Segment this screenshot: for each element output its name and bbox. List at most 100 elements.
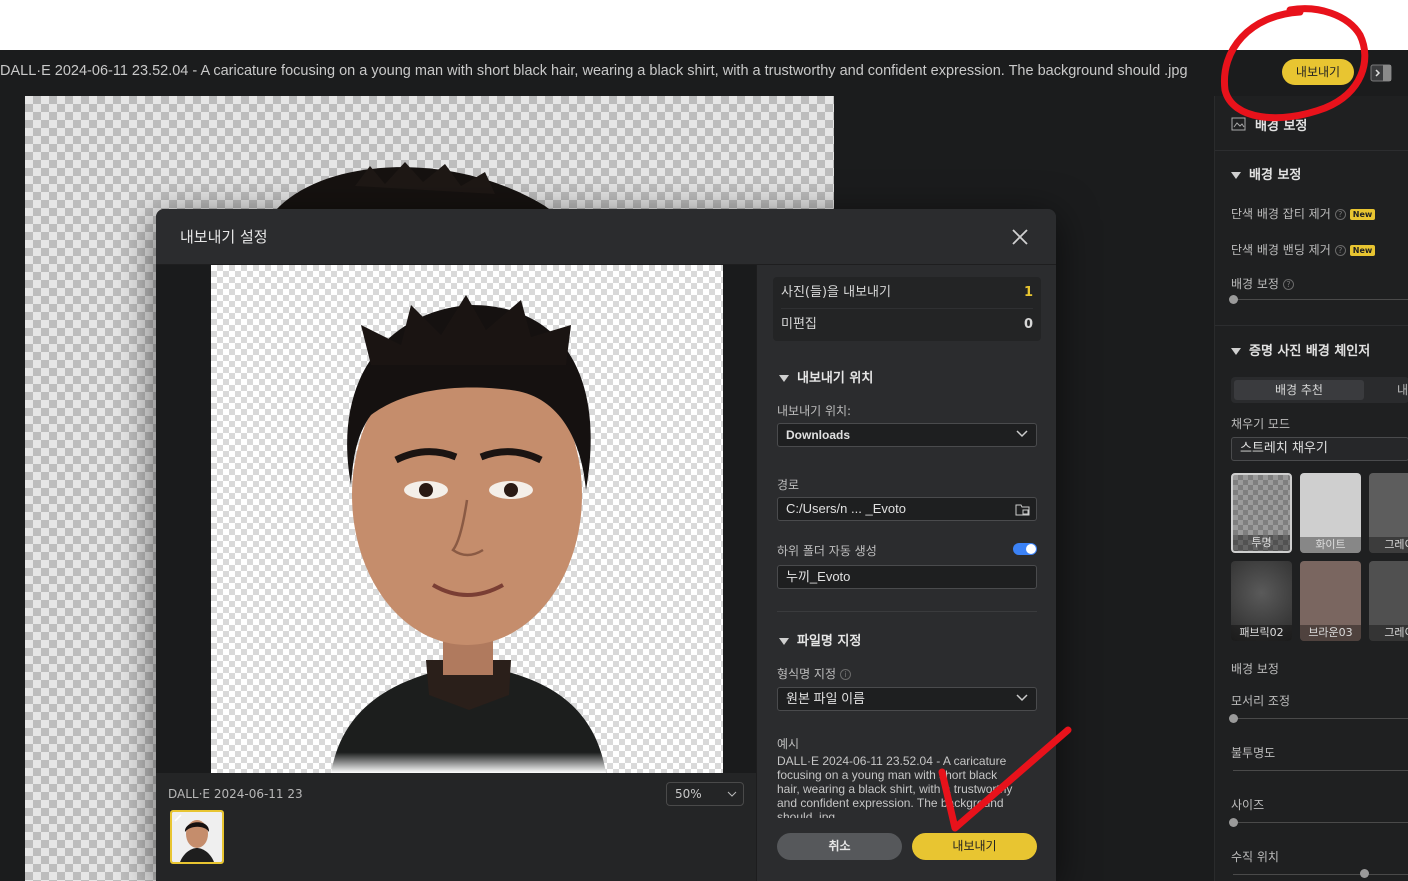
chevron-down-icon bbox=[1016, 694, 1028, 702]
item-label: 단색 배경 잡티 제거 bbox=[1231, 207, 1331, 221]
bg-correct-slider-handle[interactable] bbox=[1229, 295, 1238, 304]
item-label: 배경 보정 bbox=[1231, 277, 1279, 291]
tab-partial[interactable]: 내 bbox=[1397, 380, 1408, 400]
path-value: C:/Users/n ... _Evoto bbox=[786, 501, 906, 516]
vertical-slider-handle[interactable] bbox=[1360, 869, 1369, 878]
chevron-down-icon bbox=[1016, 430, 1028, 438]
help-icon[interactable]: ? bbox=[1282, 279, 1294, 290]
location-section-header[interactable]: 내보내기 위치 bbox=[779, 367, 873, 386]
opacity-slider[interactable] bbox=[1233, 770, 1408, 771]
info-icon[interactable]: i bbox=[840, 669, 852, 680]
noise-removal-item[interactable]: 단색 배경 잡티 제거? New bbox=[1231, 205, 1376, 222]
section-title: 내보내기 위치 bbox=[797, 371, 874, 386]
subfolder-toggle[interactable] bbox=[1013, 543, 1037, 555]
thumb-label: 그레이 bbox=[1369, 537, 1408, 553]
filename-section-header[interactable]: 파일명 지정 bbox=[779, 630, 861, 649]
section-title: 파일명 지정 bbox=[797, 634, 862, 649]
location-label: 내보내기 위치: bbox=[777, 404, 852, 418]
thumb-label: 화이트 bbox=[1300, 537, 1361, 553]
bg-correct-slider[interactable] bbox=[1233, 299, 1408, 300]
subfolder-name-field[interactable]: 누끼_Evoto bbox=[777, 565, 1037, 589]
bg-correct-item: 배경 보정? bbox=[1231, 275, 1294, 292]
collapse-arrow-icon bbox=[1231, 172, 1241, 179]
bg-thumb-white[interactable]: 화이트 bbox=[1300, 473, 1361, 553]
thumb-label: 그레이 bbox=[1369, 625, 1408, 641]
help-icon[interactable]: ? bbox=[1334, 245, 1346, 256]
close-icon[interactable] bbox=[1008, 225, 1032, 249]
section-divider bbox=[777, 611, 1037, 612]
unedited-value: 0 bbox=[1023, 317, 1033, 332]
side-divider bbox=[1215, 150, 1408, 151]
export-count-label: 사진(들)을 내보내기 bbox=[781, 285, 891, 300]
export-settings-dialog: 내보내기 설정 DALL·E 2024-06-11 23 50% 사진(들)을 … bbox=[156, 209, 1056, 881]
export-settings-panel: 사진(들)을 내보내기 1 미편집 0 내보내기 위치 내보내기 위치: Dow… bbox=[756, 265, 1056, 881]
chevron-down-icon bbox=[727, 791, 737, 797]
unedited-label: 미편집 bbox=[781, 317, 817, 332]
new-badge: New bbox=[1349, 209, 1376, 220]
vertical-position-label: 수직 위치 bbox=[1231, 850, 1279, 864]
collapse-arrow-icon bbox=[1231, 348, 1241, 355]
bg-thumb-gray2[interactable]: 그레이 bbox=[1369, 561, 1408, 641]
export-count-value: 1 bbox=[1023, 285, 1033, 300]
format-select[interactable]: 원본 파일 이름 bbox=[777, 687, 1037, 711]
item-label: 단색 배경 밴딩 제거 bbox=[1231, 243, 1331, 257]
bg-thumb-transparent[interactable]: 투명 bbox=[1231, 473, 1292, 553]
example-filename: DALL·E 2024-06-11 23.52.04 - A caricatur… bbox=[777, 754, 1013, 818]
bg-thumb-fabric02[interactable]: 패브릭02 bbox=[1231, 561, 1292, 641]
group-bg-correct-header[interactable]: 배경 보정 bbox=[1231, 164, 1301, 183]
thumb-label: 브라운03 bbox=[1300, 625, 1361, 641]
top-bar: DALL·E 2024-06-11 23.52.04 - A caricatur… bbox=[0, 50, 1408, 96]
preview-image bbox=[211, 265, 723, 773]
size-slider[interactable] bbox=[1233, 822, 1408, 823]
collapse-arrow-icon bbox=[779, 638, 789, 645]
bg-correct-label: 배경 보정 bbox=[1231, 662, 1279, 676]
path-field[interactable]: C:/Users/n ... _Evoto bbox=[777, 497, 1037, 521]
edit-pencil-icon bbox=[174, 814, 182, 822]
collapse-arrow-icon bbox=[779, 375, 789, 382]
export-stats: 사진(들)을 내보내기 1 미편집 0 bbox=[773, 277, 1041, 341]
dialog-title: 내보내기 설정 bbox=[180, 228, 268, 246]
background-icon bbox=[1231, 117, 1246, 131]
opacity-label: 불투명도 bbox=[1231, 746, 1276, 760]
preview-area bbox=[156, 265, 756, 773]
preview-filename: DALL·E 2024-06-11 23 bbox=[168, 787, 303, 801]
caricature-portrait bbox=[331, 295, 606, 773]
bg-thumb-brown03[interactable]: 브라운03 bbox=[1300, 561, 1361, 641]
path-label: 경로 bbox=[777, 478, 800, 492]
panel-toggle-icon[interactable] bbox=[1370, 64, 1392, 82]
help-icon[interactable]: ? bbox=[1334, 209, 1346, 220]
fill-mode-select[interactable]: 스트레치 채우기 bbox=[1231, 437, 1408, 461]
zoom-select[interactable]: 50% bbox=[666, 782, 744, 806]
folder-icon[interactable] bbox=[1015, 502, 1030, 516]
export-count-row: 사진(들)을 내보내기 1 bbox=[781, 277, 1033, 309]
format-label: 형식명 지정 i bbox=[777, 665, 852, 682]
image-thumbnail[interactable] bbox=[170, 810, 224, 864]
thumb-label: 투명 bbox=[1233, 535, 1290, 551]
side-divider bbox=[1215, 325, 1408, 326]
dialog-header: 내보내기 설정 bbox=[156, 209, 1056, 265]
group-title: 배경 보정 bbox=[1249, 168, 1302, 183]
fill-mode-label: 채우기 모드 bbox=[1231, 417, 1291, 431]
location-select[interactable]: Downloads bbox=[777, 423, 1037, 447]
side-panel: 배경 보정 배경 보정 단색 배경 잡티 제거? New 단색 배경 밴딩 제거?… bbox=[1214, 96, 1408, 881]
edge-slider[interactable] bbox=[1233, 718, 1408, 719]
side-section-title: 배경 보정 bbox=[1255, 119, 1308, 134]
format-value: 원본 파일 이름 bbox=[786, 691, 865, 706]
tab-recommend[interactable]: 배경 추천 bbox=[1234, 380, 1364, 400]
size-slider-handle[interactable] bbox=[1229, 818, 1238, 827]
thumb-label: 패브릭02 bbox=[1231, 625, 1292, 641]
banding-removal-item[interactable]: 단색 배경 밴딩 제거? New bbox=[1231, 241, 1376, 258]
bg-tabs: 배경 추천 내 bbox=[1231, 377, 1408, 403]
cancel-button[interactable]: 취소 bbox=[777, 833, 902, 860]
export-button[interactable]: 내보내기 bbox=[912, 833, 1037, 860]
edge-slider-handle[interactable] bbox=[1229, 714, 1238, 723]
group-title: 증명 사진 배경 체인저 bbox=[1249, 344, 1371, 359]
bg-thumb-gray[interactable]: 그레이 bbox=[1369, 473, 1408, 553]
group-bg-changer-header[interactable]: 증명 사진 배경 체인저 bbox=[1231, 340, 1370, 359]
edge-adjust-label: 모서리 조정 bbox=[1231, 694, 1291, 708]
zoom-value: 50% bbox=[675, 787, 702, 801]
example-label: 예시 bbox=[777, 737, 800, 751]
top-export-button[interactable]: 내보내기 bbox=[1282, 59, 1354, 85]
vertical-slider[interactable] bbox=[1233, 874, 1408, 875]
size-label: 사이즈 bbox=[1231, 798, 1265, 812]
